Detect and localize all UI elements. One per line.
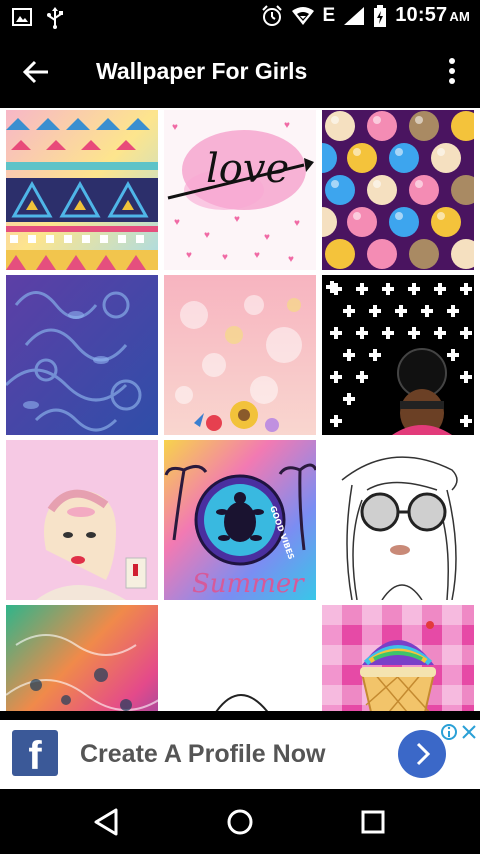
- wallpaper-tile[interactable]: [322, 110, 474, 270]
- svg-text:♥: ♥: [222, 252, 228, 263]
- icecream-pink-gingham: [322, 605, 474, 711]
- wallpaper-tile[interactable]: [322, 440, 474, 600]
- status-bar: E 10:57 AM: [0, 0, 480, 34]
- svg-text:♥: ♥: [186, 250, 192, 261]
- wallpaper-tile[interactable]: [322, 275, 474, 435]
- facebook-icon: f: [12, 730, 58, 778]
- wallpaper-tile[interactable]: [164, 605, 316, 711]
- alarm-icon: [261, 4, 282, 26]
- ad-choices-icon[interactable]: [440, 723, 458, 741]
- purple-blue-floral-swirls: [6, 275, 158, 435]
- usb-icon: [47, 7, 63, 29]
- more-vertical-icon[interactable]: [446, 56, 458, 86]
- wallpaper-grid: love ♥ ♥ ♥ ♥ ♥ ♥ ♥ ♥ ♥ ♥ ♥ GOOD VIBES Su…: [0, 108, 480, 711]
- ad-headline: Create A Profile Now: [80, 740, 326, 768]
- battery-charging-icon: [374, 4, 387, 27]
- wallpaper-tile[interactable]: GOOD VIBES Summer: [164, 440, 316, 600]
- svg-text:♥: ♥: [172, 122, 178, 133]
- wallpaper-tile[interactable]: love ♥ ♥ ♥ ♥ ♥ ♥ ♥ ♥ ♥ ♥ ♥: [164, 110, 316, 270]
- wallpaper-tile[interactable]: [6, 110, 158, 270]
- recents-square-icon[interactable]: [358, 807, 388, 837]
- svg-text:♥: ♥: [264, 232, 270, 243]
- svg-text:♥: ♥: [294, 218, 300, 229]
- sketch-girl-sunglasses: [322, 440, 474, 600]
- clock: 10:57 AM: [395, 4, 470, 26]
- svg-text:♥: ♥: [204, 230, 210, 241]
- app-bar: Wallpaper For Girls: [0, 34, 480, 108]
- chevron-right-icon: [416, 742, 431, 766]
- home-circle-icon[interactable]: [225, 807, 255, 837]
- svg-text:♥: ♥: [254, 250, 260, 261]
- ad-banner[interactable]: f Create A Profile Now: [0, 720, 480, 789]
- image-icon: [12, 8, 32, 26]
- pinup-girl-lipstick: [6, 440, 158, 600]
- wifi-icon: [291, 6, 314, 25]
- love-watercolor-hearts: love ♥♥♥♥♥ ♥ ♥ ♥ ♥♥ ♥: [164, 110, 316, 270]
- ad-cta-button[interactable]: [398, 730, 446, 778]
- tribal-aztec-pattern: [6, 110, 158, 270]
- wallpaper-tile[interactable]: [164, 275, 316, 435]
- rainbow-floral-gradient: [6, 605, 158, 711]
- wallpaper-script: Summer: [192, 569, 305, 599]
- wallpaper-tile[interactable]: [6, 605, 158, 711]
- back-triangle-icon[interactable]: [92, 807, 122, 837]
- navigation-bar: [0, 789, 480, 854]
- arrow-left-icon[interactable]: [20, 56, 52, 88]
- sketch-girl-partial: [164, 605, 316, 711]
- wallpaper-tile[interactable]: [6, 275, 158, 435]
- svg-text:♥: ♥: [284, 120, 290, 131]
- black-white-cross-pattern-girl: [322, 275, 474, 435]
- summer-turtle-good-vibes: GOOD VIBES Summer: [164, 440, 316, 600]
- svg-text:♥: ♥: [234, 214, 240, 225]
- signal-icon: [344, 6, 365, 25]
- wallpaper-tile[interactable]: [322, 605, 474, 711]
- close-icon[interactable]: [460, 723, 478, 741]
- svg-text:♥: ♥: [174, 217, 180, 228]
- colorful-balls: [322, 110, 474, 270]
- wallpaper-tile[interactable]: [6, 440, 158, 600]
- pink-bokeh-flowers: [164, 275, 316, 435]
- page-title: Wallpaper For Girls: [96, 58, 308, 84]
- network-type-label: E: [322, 4, 336, 26]
- svg-text:♥: ♥: [288, 254, 294, 265]
